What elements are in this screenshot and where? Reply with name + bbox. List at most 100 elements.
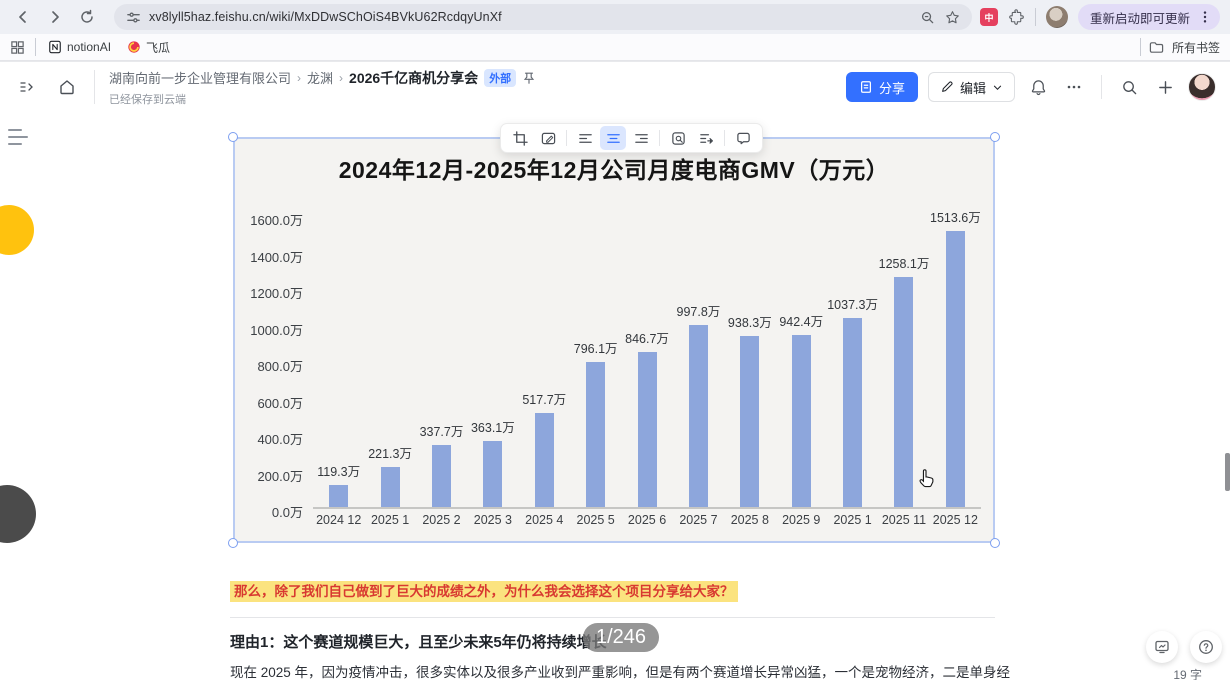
doc-title[interactable]: 2026千亿商机分享会	[349, 68, 478, 88]
browser-profile-avatar[interactable]	[1045, 6, 1068, 28]
align-left-icon	[578, 133, 592, 143]
outline-toggle-button[interactable]	[8, 129, 28, 145]
reason-heading[interactable]: 理由1：这个赛道规模巨大，且至少未来5年仍将持续增长	[230, 631, 607, 652]
extensions-icon[interactable]	[1008, 8, 1025, 26]
bar-value-label: 517.7万	[522, 392, 567, 407]
apps-grid-icon[interactable]	[10, 40, 25, 55]
notifications-button[interactable]	[1025, 74, 1051, 100]
copy-link-button[interactable]	[665, 126, 691, 150]
bar-column: 363.1万	[467, 217, 518, 507]
bookmark-star-icon[interactable]	[945, 10, 960, 25]
feigua-icon	[128, 41, 140, 53]
resize-handle-top-left[interactable]	[228, 132, 238, 142]
bar-column: 997.8万	[673, 217, 724, 507]
bar-value-label: 796.1万	[573, 341, 618, 356]
header-right-separator	[1101, 75, 1102, 99]
y-tick-label: 1000.0万	[250, 322, 303, 338]
floating-dark-bubble[interactable]	[0, 485, 36, 543]
bar-value-label: 221.3万	[368, 446, 412, 461]
bar-value-label: 942.4万	[779, 315, 824, 330]
forward-icon	[52, 11, 59, 23]
more-icon	[1067, 85, 1081, 89]
x-tick-label: 2024 12	[316, 513, 362, 527]
edit-pencil-icon	[942, 81, 953, 92]
bookmark-feigua[interactable]: 飞瓜	[127, 39, 170, 56]
chevron-down-icon	[993, 85, 1002, 90]
external-badge: 外部	[484, 68, 517, 87]
y-tick-label: 600.0万	[257, 395, 303, 411]
bell-icon	[1031, 79, 1045, 95]
reload-button[interactable]	[74, 4, 100, 30]
link-icon	[671, 131, 685, 145]
highlighted-question[interactable]: 那么，除了我们自己做到了巨大的成绩之外，为什么我会选择这个项目分享给大家？	[230, 581, 738, 602]
bookmark-label: 飞瓜	[146, 40, 171, 55]
sidebar-toggle-button[interactable]	[14, 74, 40, 100]
body-paragraph[interactable]: 现在 2025 年，因为疫情冲击，很多实体以及很多产业收到严重影响，但是有两个赛…	[230, 664, 1020, 680]
update-label: 重新启动即可更新	[1089, 11, 1190, 26]
chart-x-axis: 2024 12 2025 1 2025 2 2025 3 2025 4 2025 5 202…	[313, 513, 981, 527]
bar-value-label: 119.3万	[317, 465, 361, 480]
help-button[interactable]	[1190, 631, 1222, 663]
relaunch-update-button[interactable]: 重新启动即可更新	[1077, 4, 1220, 30]
breadcrumb-item-company[interactable]: 湖南向前一步企业管理有限公司	[109, 68, 291, 87]
folder-icon	[1149, 41, 1164, 53]
comment-button[interactable]	[730, 126, 756, 150]
back-button[interactable]	[10, 4, 36, 30]
edit-label: 编辑	[959, 80, 986, 96]
bookmark-label: notionAI	[67, 40, 112, 54]
bar-value-label: 846.7万	[625, 332, 669, 347]
service-button[interactable]	[1146, 631, 1178, 663]
back-icon	[19, 11, 26, 23]
convert-arrow-icon	[699, 133, 713, 144]
pin-icon[interactable]	[522, 71, 536, 85]
all-bookmarks-label[interactable]: 所有书签	[1172, 39, 1220, 56]
create-button[interactable]	[1152, 74, 1178, 100]
crop-button[interactable]	[507, 126, 533, 150]
share-button[interactable]: 分享	[845, 72, 918, 102]
annotate-button[interactable]	[535, 126, 561, 150]
forward-button[interactable]	[42, 4, 68, 30]
bar-value-label: 1258.1万	[878, 257, 930, 272]
x-tick-label: 2025 12	[932, 513, 978, 527]
bar-value-label: 1513.6万	[930, 210, 981, 225]
resize-handle-top-right[interactable]	[990, 132, 1000, 142]
zoom-icon[interactable]	[920, 10, 935, 25]
scrollbar-thumb[interactable]	[1225, 453, 1230, 491]
x-tick-label: 2025 6	[627, 513, 667, 527]
bar	[483, 440, 503, 507]
notion-icon	[49, 40, 61, 54]
bar	[380, 466, 400, 507]
hand-cursor-icon	[919, 469, 934, 488]
site-controls-icon[interactable]	[126, 10, 141, 25]
convert-button[interactable]	[693, 126, 719, 150]
translate-glyph: 中	[984, 12, 994, 23]
floating-yellow-bubble[interactable]	[0, 205, 34, 255]
crop-icon	[512, 130, 528, 146]
bookmark-notionai[interactable]: notionAI	[48, 40, 111, 54]
breadcrumb-item-longyuan[interactable]: 龙渊	[307, 68, 333, 87]
bar-value-label: 337.7万	[419, 425, 464, 440]
x-tick-label: 2025 7	[679, 513, 718, 527]
x-tick-label: 2025 8	[730, 513, 769, 527]
more-button[interactable]	[1061, 74, 1087, 100]
align-center-button[interactable]	[600, 126, 626, 150]
kebab-menu-icon[interactable]	[1198, 10, 1212, 24]
home-button[interactable]	[54, 74, 80, 100]
bar	[431, 445, 451, 507]
bar	[894, 277, 914, 507]
x-tick-label: 2025 3	[473, 513, 512, 527]
translate-icon[interactable]: 中	[979, 8, 998, 26]
address-bar[interactable]: xv8lyll5haz.feishu.cn/wiki/MxDDwSChOiS4B…	[114, 4, 972, 30]
search-button[interactable]	[1116, 74, 1142, 100]
breadcrumb-chevron: ›	[339, 70, 344, 85]
resize-handle-bottom-right[interactable]	[990, 538, 1000, 548]
edit-button[interactable]: 编辑	[927, 72, 1015, 102]
toolbar-separator	[1034, 8, 1036, 26]
mouse-cursor	[918, 468, 935, 493]
resize-handle-bottom-left[interactable]	[228, 538, 238, 548]
chart-image-block[interactable]: 2024年12月-2025年12月公司月度电商GMV（万元） 1600.0万 14…	[228, 132, 1000, 548]
align-right-button[interactable]	[628, 126, 654, 150]
chart-bars: 119.3万 221.3万 337.7万 363.1万 517.7万 796.1万 846.…	[313, 211, 981, 509]
user-avatar[interactable]	[1188, 73, 1216, 101]
align-left-button[interactable]	[572, 126, 598, 150]
